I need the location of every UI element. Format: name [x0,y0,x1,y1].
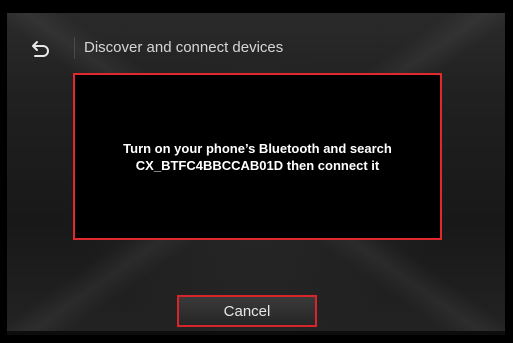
dialog-message-line-1: Turn on your phone’s Bluetooth and searc… [123,140,392,156]
head-unit-screen: Discover and connect devices Turn on you… [7,13,505,335]
bluetooth-pairing-dialog: Turn on your phone’s Bluetooth and searc… [73,73,442,240]
dialog-message-line-2: CX_BTFC4BBCCAB01D then connect it [135,157,380,173]
page-title: Discover and connect devices [84,39,284,56]
bottom-edge [7,331,505,335]
back-arrow-icon [32,41,49,57]
header-divider [74,37,75,59]
device-frame: Discover and connect devices Turn on you… [0,0,513,343]
cancel-button[interactable]: Cancel [177,295,317,327]
dialog-message: Turn on your phone’s Bluetooth and searc… [111,140,404,174]
back-button[interactable] [27,36,55,60]
header-bar: Discover and connect devices [7,33,505,63]
